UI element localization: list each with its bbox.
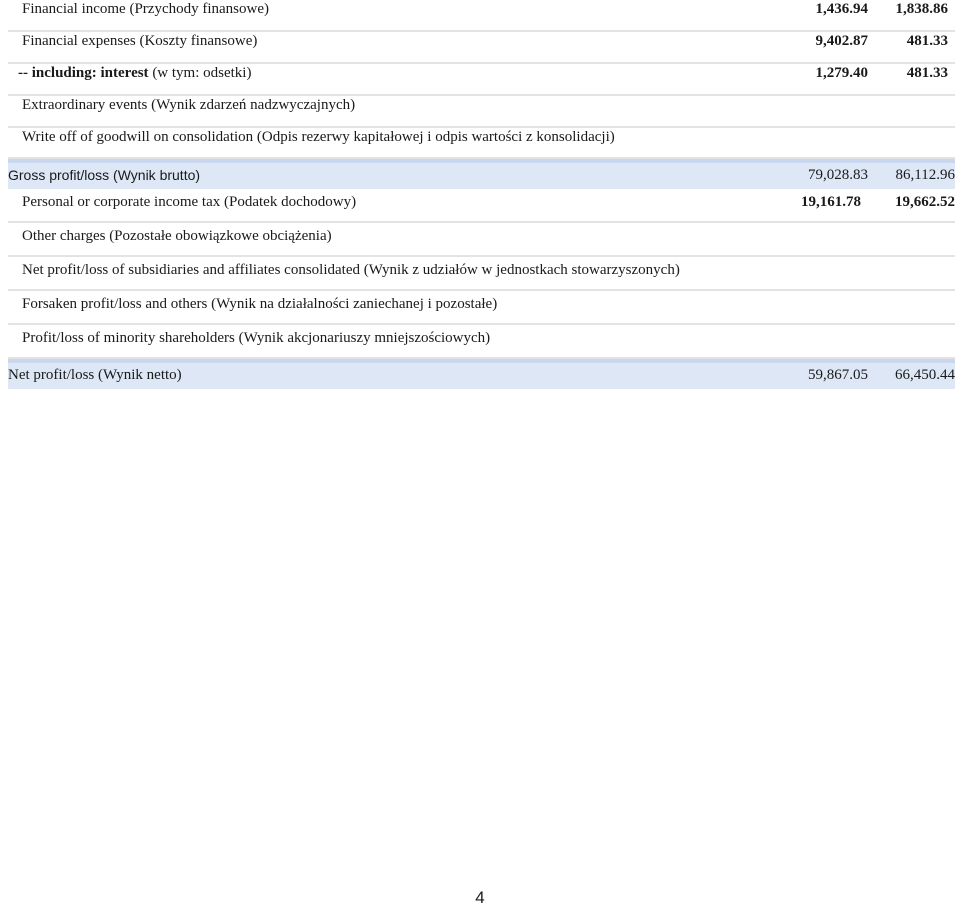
table-row: -- including: interest (w tym: odsetki) … — [8, 64, 955, 96]
row-label: Net profit/loss of subsidiaries and affi… — [22, 262, 680, 278]
row-label: Extraordinary events (Wynik zdarzeń nadz… — [22, 97, 356, 113]
row-label: Personal or corporate income tax (Podate… — [22, 194, 357, 210]
row-value-2: 1,838.86 — [895, 1, 949, 17]
row-value-1: 79,028.83 — [808, 167, 868, 183]
row-value-1: 59,867.05 — [808, 367, 868, 383]
row-label: Forsaken profit/loss and others (Wynik n… — [22, 296, 498, 312]
row-label: Gross profit/loss (Wynik brutto) — [8, 167, 201, 183]
financial-table: Financial income (Przychody finansowe) 1… — [8, 0, 955, 389]
row-value-1: 19,161.78 — [801, 194, 861, 210]
row-value-1: 9,402.87 — [815, 33, 869, 49]
table-row: Extraordinary events (Wynik zdarzeń nadz… — [8, 96, 955, 128]
table-row: Other charges (Pozostałe obowiązkowe obc… — [8, 223, 955, 257]
table-row: Profit/loss of minority shareholders (Wy… — [8, 325, 955, 359]
row-value-2: 481.33 — [906, 33, 948, 49]
row-label: Net profit/loss (Wynik netto) — [8, 367, 182, 383]
page-number: 4 — [475, 888, 485, 907]
row-label: Financial expenses (Koszty finansowe) — [22, 33, 258, 49]
row-label: Other charges (Pozostałe obowiązkowe obc… — [22, 228, 332, 244]
row-label: Profit/loss of minority shareholders (Wy… — [22, 330, 491, 346]
table-row: Write off of goodwill on consolidation (… — [8, 128, 955, 159]
table-row-highlight: Net profit/loss (Wynik netto) 59,867.05 … — [8, 359, 955, 389]
row-label: -- including: interest (w tym: odsetki) — [18, 65, 251, 82]
table-row: Financial expenses (Koszty finansowe) 9,… — [8, 32, 955, 64]
row-label-rest: (w tym: odsetki) — [148, 65, 252, 81]
table-row: Net profit/loss of subsidiaries and affi… — [8, 257, 955, 291]
row-value-2: 66,450.44 — [895, 367, 955, 383]
row-value-2: 19,662.52 — [895, 194, 955, 210]
row-value-1: 1,436.94 — [815, 1, 869, 17]
table-row: Personal or corporate income tax (Podate… — [8, 189, 955, 223]
row-label-bold: -- including: interest — [18, 65, 149, 81]
table-row-highlight: Gross profit/loss (Wynik brutto) 79,028.… — [8, 159, 955, 189]
row-label: Write off of goodwill on consolidation (… — [22, 129, 615, 145]
row-value-2: 481.33 — [906, 65, 948, 81]
table-row: Forsaken profit/loss and others (Wynik n… — [8, 291, 955, 325]
row-value-2: 86,112.96 — [895, 167, 955, 183]
row-label: Financial income (Przychody finansowe) — [22, 1, 270, 17]
row-value-1: 1,279.40 — [815, 65, 869, 81]
table-row: Financial income (Przychody finansowe) 1… — [8, 0, 955, 32]
